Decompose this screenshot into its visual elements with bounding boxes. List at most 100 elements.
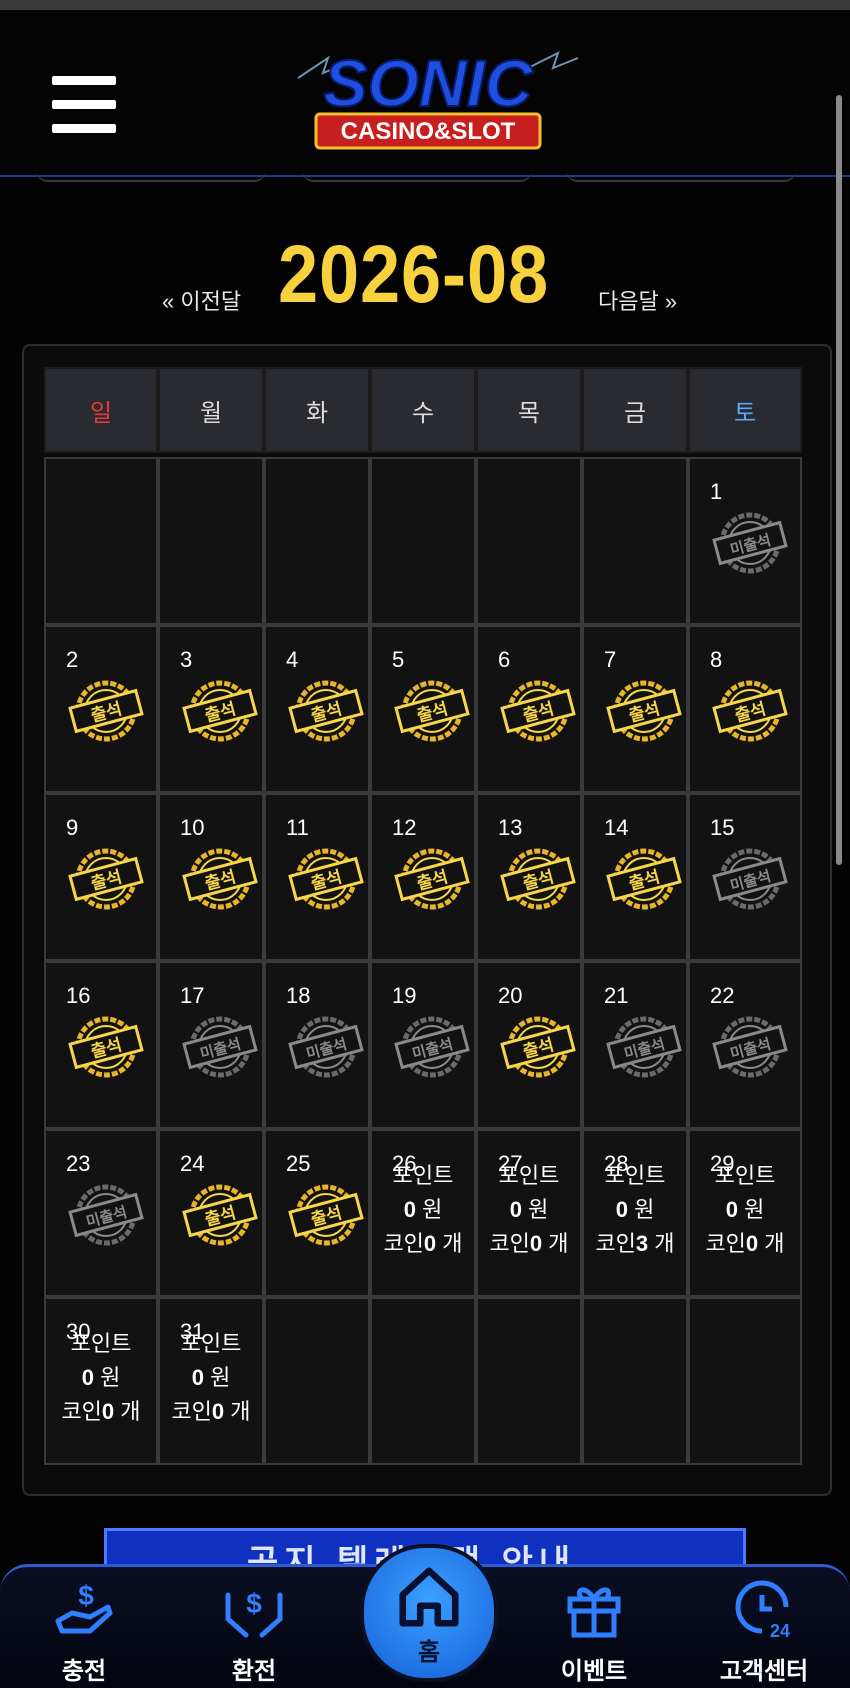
points-value: 0: [725, 1197, 738, 1222]
points-label: 포인트: [714, 1163, 776, 1188]
calendar-day[interactable]: 21 미출석: [582, 961, 688, 1129]
won-unit: 원: [528, 1197, 549, 1222]
absent-stamp-icon: 미출석: [606, 1016, 682, 1078]
calendar-day[interactable]: 25 출석: [264, 1129, 370, 1297]
calendar-day[interactable]: 16 출석: [44, 961, 158, 1129]
calendar-empty-cell: [264, 457, 370, 625]
calendar-day[interactable]: 4 출석: [264, 625, 370, 793]
calendar-day[interactable]: 3 출석: [158, 625, 264, 793]
attended-stamp-icon: 출석: [712, 680, 788, 742]
calendar-day[interactable]: 9 출석: [44, 793, 158, 961]
points-value: 0: [81, 1365, 94, 1390]
withdraw-hands-icon: $: [225, 1588, 283, 1638]
count-unit: 개: [120, 1399, 141, 1424]
calendar-day[interactable]: 30 포인트 0 원 코인0 개: [44, 1297, 158, 1465]
calendar-day[interactable]: 1 미출석: [688, 457, 802, 625]
day-number: 7: [604, 647, 617, 672]
attended-stamp-icon: 출석: [288, 848, 364, 910]
calendar-day[interactable]: 13 출석: [476, 793, 582, 961]
count-unit: 개: [442, 1231, 463, 1256]
calendar-day[interactable]: 20 출석: [476, 961, 582, 1129]
absent-stamp-icon: 미출석: [394, 1016, 470, 1078]
nav-deposit-label: 충전: [61, 1658, 107, 1685]
calendar-day[interactable]: 28 포인트 0 원 코인3 개: [582, 1129, 688, 1297]
attended-stamp-icon: 출석: [500, 848, 576, 910]
gift-icon: [567, 1587, 621, 1638]
sonic-casino-logo[interactable]: SONIC CASINO&SLOT: [268, 38, 588, 158]
nav-deposit[interactable]: $ 충전: [24, 1577, 144, 1687]
day-number: 21: [604, 983, 629, 1008]
day-number: 2: [66, 647, 79, 672]
calendar-day[interactable]: 18 미출석: [264, 961, 370, 1129]
attended-stamp-icon: 출석: [68, 680, 144, 742]
nav-support[interactable]: 24 고객센터: [704, 1577, 824, 1687]
reward-info: 포인트 0 원 코인0 개: [372, 1159, 474, 1261]
calendar-day[interactable]: 31 포인트 0 원 코인0 개: [158, 1297, 264, 1465]
prev-month-link[interactable]: « 이전달: [162, 284, 241, 316]
day-number: 14: [604, 815, 629, 840]
weekday-header: 일: [44, 367, 158, 453]
calendar-day[interactable]: 29 포인트 0 원 코인0 개: [688, 1129, 802, 1297]
points-value: 0: [403, 1197, 416, 1222]
nav-withdraw[interactable]: $ 환전: [194, 1577, 314, 1687]
day-number: 6: [498, 647, 511, 672]
day-number: 20: [498, 983, 523, 1008]
attended-stamp-icon: 출석: [606, 680, 682, 742]
logo-title: SONIC: [323, 46, 533, 120]
nav-home[interactable]: 홈: [360, 1544, 498, 1682]
won-unit: 원: [422, 1197, 443, 1222]
absent-stamp-icon: 미출석: [68, 1184, 144, 1246]
calendar-empty-cell: [370, 457, 476, 625]
calendar-day[interactable]: 8 출석: [688, 625, 802, 793]
calendar-day[interactable]: 2 출석: [44, 625, 158, 793]
count-unit: 개: [654, 1231, 675, 1256]
day-number: 1: [710, 479, 723, 504]
calendar-day[interactable]: 6 출석: [476, 625, 582, 793]
calendar-empty-cell: [44, 457, 158, 625]
next-month-link[interactable]: 다음달 »: [598, 284, 677, 316]
points-label: 포인트: [70, 1331, 132, 1356]
absent-stamp-icon: 미출석: [288, 1016, 364, 1078]
nav-event[interactable]: 이벤트: [534, 1577, 654, 1687]
weekday-header: 화: [264, 367, 370, 453]
hamburger-menu-icon[interactable]: [52, 76, 116, 134]
coin-label: 코인: [595, 1231, 636, 1256]
day-number: 25: [286, 1151, 311, 1176]
count-unit: 개: [548, 1231, 569, 1256]
coin-label: 코인: [171, 1399, 212, 1424]
calendar-empty-cell: [264, 1297, 370, 1465]
deposit-hand-icon: $: [55, 1580, 113, 1634]
attended-stamp-icon: 출석: [500, 680, 576, 742]
calendar-day[interactable]: 26 포인트 0 원 코인0 개: [370, 1129, 476, 1297]
calendar-day[interactable]: 19 미출석: [370, 961, 476, 1129]
points-label: 포인트: [392, 1163, 454, 1188]
day-number: 22: [710, 983, 735, 1008]
tab-peek-1: [36, 170, 266, 182]
calendar-day[interactable]: 17 미출석: [158, 961, 264, 1129]
calendar-empty-cell: [476, 457, 582, 625]
calendar-day[interactable]: 15 미출석: [688, 793, 802, 961]
weekday-header: 수: [370, 367, 476, 453]
page-scrollbar[interactable]: [836, 95, 842, 865]
attended-stamp-icon: 출석: [394, 848, 470, 910]
absent-stamp-icon: 미출석: [182, 1016, 258, 1078]
calendar-day[interactable]: 24 출석: [158, 1129, 264, 1297]
calendar-day[interactable]: 5 출석: [370, 625, 476, 793]
nav-event-label: 이벤트: [560, 1658, 628, 1685]
reward-info: 포인트 0 원 코인0 개: [690, 1159, 800, 1261]
coin-label: 코인: [61, 1399, 102, 1424]
calendar-day[interactable]: 12 출석: [370, 793, 476, 961]
day-number: 5: [392, 647, 405, 672]
coin-value: 0: [529, 1231, 543, 1256]
calendar-day[interactable]: 10 출석: [158, 793, 264, 961]
calendar-day[interactable]: 23 미출석: [44, 1129, 158, 1297]
weekday-header: 금: [582, 367, 688, 453]
attended-stamp-icon: 출석: [394, 680, 470, 742]
calendar-day[interactable]: 22 미출석: [688, 961, 802, 1129]
calendar-day[interactable]: 11 출석: [264, 793, 370, 961]
calendar-day[interactable]: 27 포인트 0 원 코인0 개: [476, 1129, 582, 1297]
calendar-day[interactable]: 7 출석: [582, 625, 688, 793]
absent-stamp-icon: 미출석: [712, 848, 788, 910]
logo-subtitle: CASINO&SLOT: [341, 118, 516, 145]
calendar-day[interactable]: 14 출석: [582, 793, 688, 961]
